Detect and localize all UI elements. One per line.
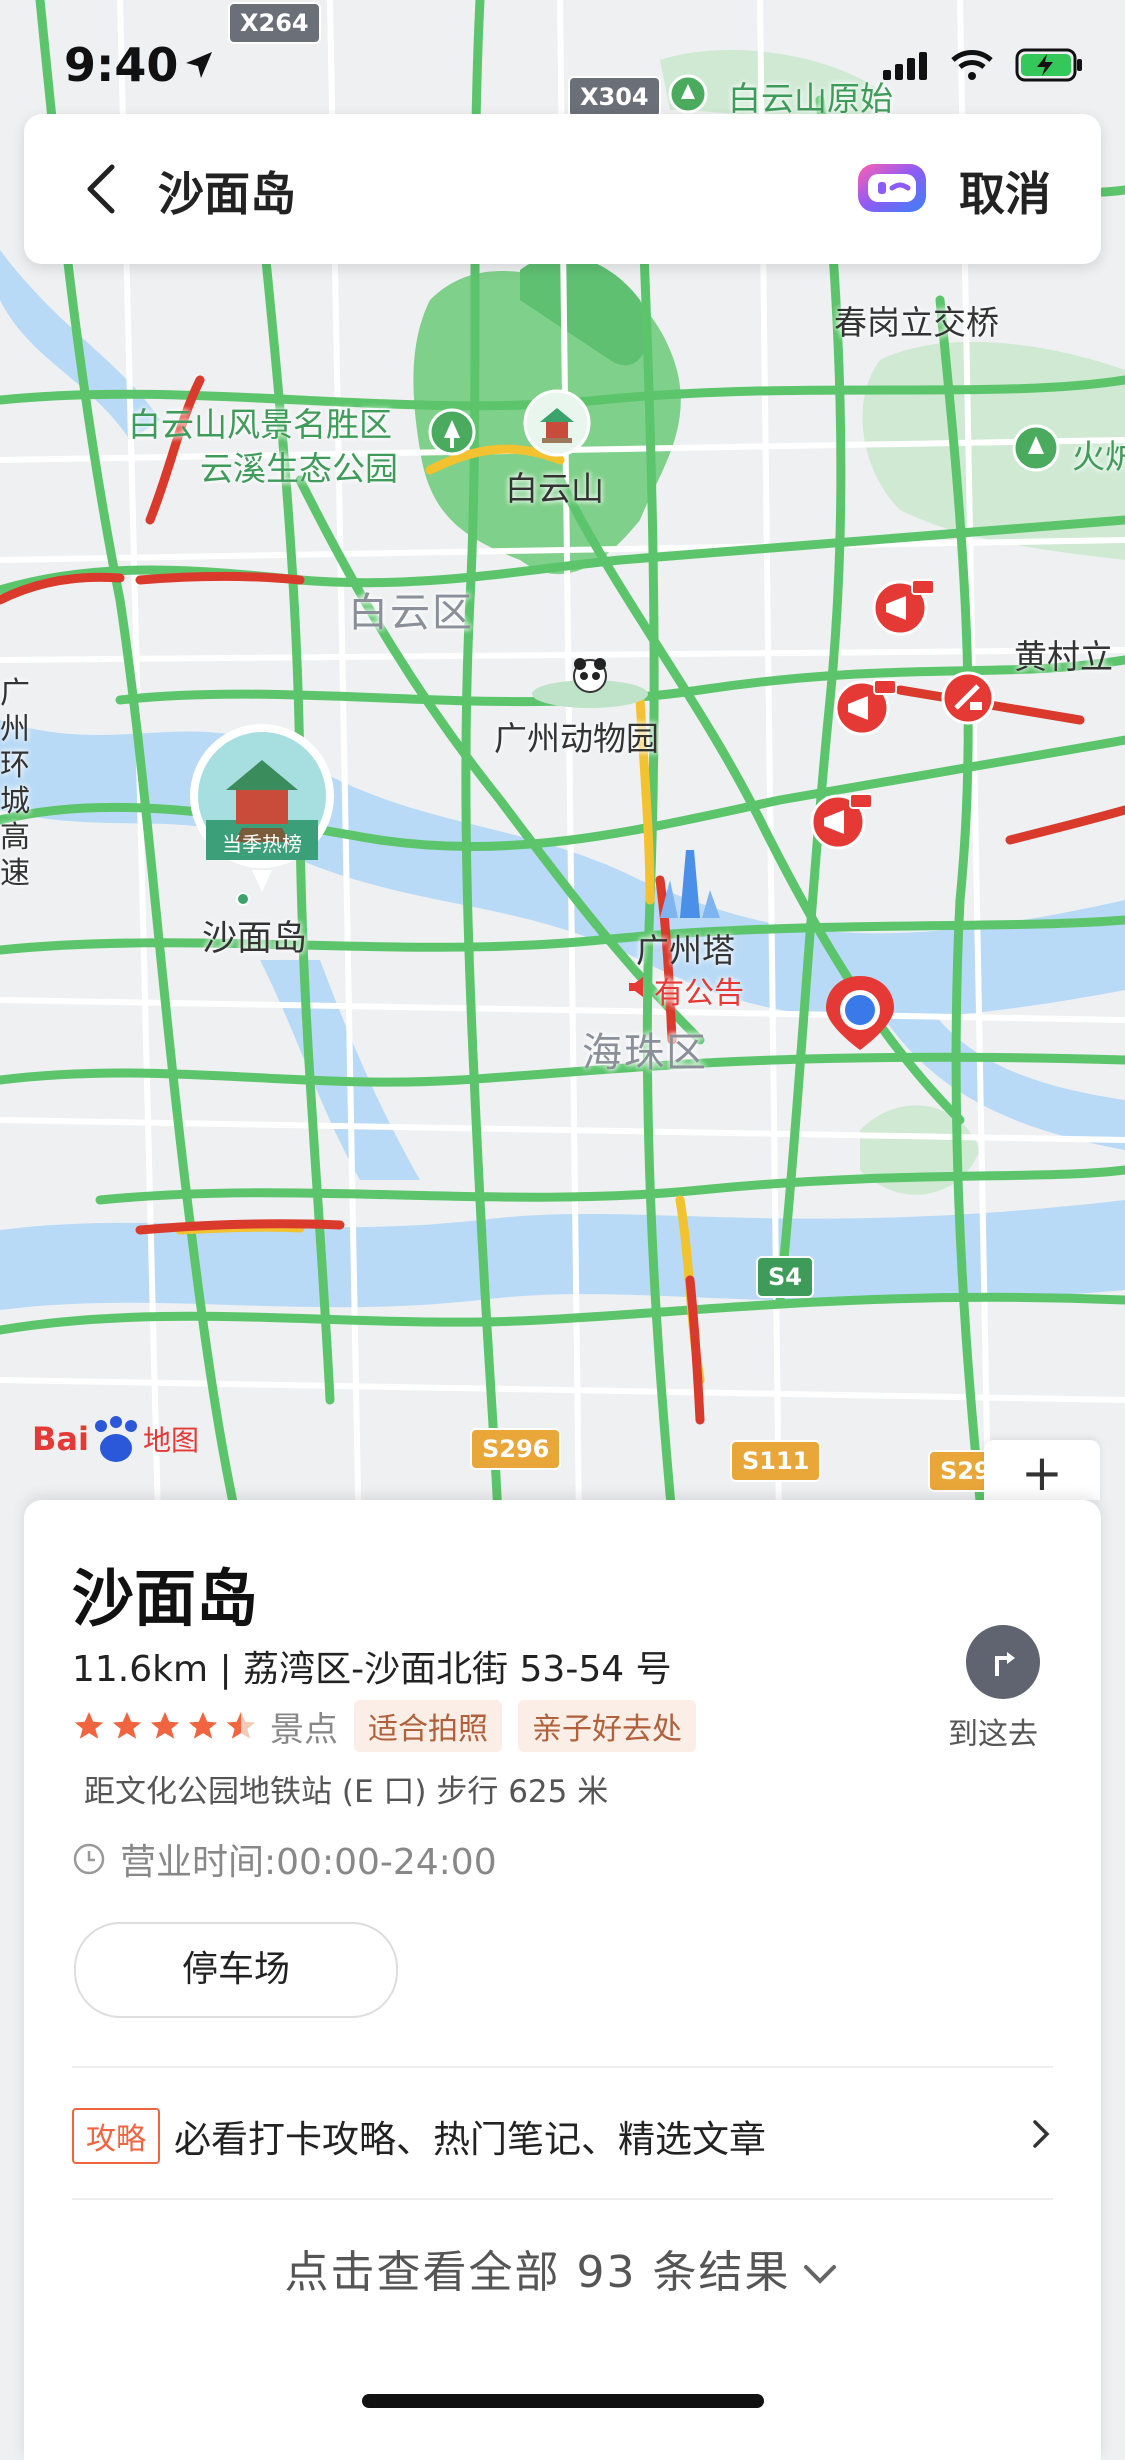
park-pin-icon[interactable] xyxy=(1012,424,1060,480)
route-turn-icon xyxy=(966,1625,1040,1699)
map-label-huangcun[interactable]: 黄村立 xyxy=(1014,630,1113,678)
map-label-baiyun-mountain[interactable]: 白云山 xyxy=(505,462,604,510)
home-indicator[interactable] xyxy=(362,2394,764,2408)
zoo-landmark-icon[interactable] xyxy=(530,650,650,710)
signal-icon xyxy=(883,50,929,84)
parking-button[interactable]: 停车场 xyxy=(74,1922,398,2018)
guide-badge: 攻略 xyxy=(72,2108,160,2164)
map-label-baiyun-district: 白云区 xyxy=(348,590,474,636)
star-icon xyxy=(188,1711,218,1739)
place-category: 景点 xyxy=(270,1709,338,1750)
notice-speaker-icon xyxy=(626,974,652,1000)
zoom-in-button[interactable]: + xyxy=(984,1440,1100,1502)
divider xyxy=(72,2066,1053,2068)
clock-icon xyxy=(73,1843,105,1875)
star-icon xyxy=(112,1711,142,1739)
navigate-button[interactable]: 到这去 xyxy=(948,1625,1043,1753)
traffic-alert-icon[interactable] xyxy=(834,676,898,740)
shamian-dot-icon xyxy=(236,892,250,906)
road-shield: S296 xyxy=(470,1428,562,1470)
construction-alert-icon[interactable] xyxy=(940,670,996,726)
map-label-canton-tower[interactable]: 广州塔 xyxy=(636,924,735,972)
cancel-button[interactable]: 取消 xyxy=(959,158,1051,224)
navigate-label: 到这去 xyxy=(948,1717,1038,1752)
star-icon xyxy=(150,1711,180,1739)
road-shield: S111 xyxy=(730,1440,822,1482)
traffic-alert-icon[interactable] xyxy=(872,576,936,640)
wifi-icon xyxy=(951,49,993,85)
baidu-map-text: 地图 xyxy=(142,1424,199,1457)
location-arrow-icon xyxy=(184,50,214,84)
map-label-ring-expressway[interactable]: 广州环城高速 xyxy=(0,676,30,892)
map-label-chungang-bridge[interactable]: 春岗立交桥 xyxy=(834,296,999,344)
status-bar: 9:40 xyxy=(0,0,1125,110)
place-tag: 适合拍照 xyxy=(354,1700,502,1752)
baiyun-mountain-landmark-icon[interactable] xyxy=(522,388,592,458)
traffic-alert-icon[interactable] xyxy=(810,790,874,854)
rating-stars xyxy=(72,1709,258,1743)
chevron-right-icon xyxy=(1029,2116,1053,2156)
guide-row[interactable]: 攻略 必看打卡攻略、热门笔记、精选文章 xyxy=(72,2108,1053,2164)
view-all-results-text: 点击查看全部 93 条结果 xyxy=(284,2247,791,2298)
map-label-yunxi-park[interactable]: 云溪生态公园 xyxy=(200,442,398,490)
baidu-paw-icon xyxy=(89,1414,143,1464)
battery-charging-icon xyxy=(1015,48,1085,86)
baidu-map-logo: Bai 地图 xyxy=(32,1414,199,1464)
place-tag: 亲子好去处 xyxy=(518,1700,696,1752)
status-time: 9:40 xyxy=(64,38,179,92)
view-all-results-button[interactable]: 点击查看全部 93 条结果 xyxy=(24,2236,1101,2300)
shamian-place-pin[interactable]: 当季热榜 xyxy=(186,720,338,896)
place-detail-card: 沙面岛 11.6km | 荔湾区-沙面北街 53-54 号 景点 适合拍照 亲子… xyxy=(24,1500,1101,2460)
map-label-notice[interactable]: 有公告 xyxy=(654,968,744,1012)
map-label-baiyun-scenic[interactable]: 白云山风景名胜区 xyxy=(128,398,392,446)
opening-hours-text: 营业时间:00:00-24:00 xyxy=(120,1842,497,1883)
road-shield: S4 xyxy=(756,1256,814,1298)
half-star-icon xyxy=(226,1711,256,1739)
map-label-shamian[interactable]: 沙面岛 xyxy=(202,910,307,961)
map-label-huo[interactable]: 火炉 xyxy=(1072,430,1125,478)
back-chevron-icon[interactable] xyxy=(74,159,134,219)
canton-tower-landmark-icon[interactable] xyxy=(650,840,730,920)
place-address: 11.6km | 荔湾区-沙面北街 53-54 号 xyxy=(72,1649,672,1690)
opening-hours: 营业时间:00:00-24:00 xyxy=(72,1833,497,1885)
map-label-zoo[interactable]: 广州动物园 xyxy=(494,712,659,760)
season-hot-badge: 当季热榜 xyxy=(222,832,302,856)
search-bar: 沙面岛 取消 xyxy=(24,114,1101,264)
metro-distance: 距文化公园地铁站 (E 口) 步行 625 米 xyxy=(84,1774,609,1810)
search-query-text[interactable]: 沙面岛 xyxy=(158,158,296,224)
baidu-logo-text: Bai xyxy=(32,1420,89,1458)
place-title: 沙面岛 xyxy=(72,1562,259,1635)
star-icon xyxy=(74,1711,104,1739)
map-label-haizhu-district: 海珠区 xyxy=(582,1030,708,1076)
ai-assistant-icon[interactable] xyxy=(854,158,930,222)
divider xyxy=(72,2198,1053,2200)
guide-text: 必看打卡攻略、热门笔记、精选文章 xyxy=(174,2118,766,2161)
rating-row: 景点 适合拍照 亲子好去处 xyxy=(72,1700,696,1752)
chevron-down-icon xyxy=(804,2265,837,2284)
current-location-icon[interactable] xyxy=(822,972,898,1052)
park-pin-icon[interactable] xyxy=(428,408,476,464)
